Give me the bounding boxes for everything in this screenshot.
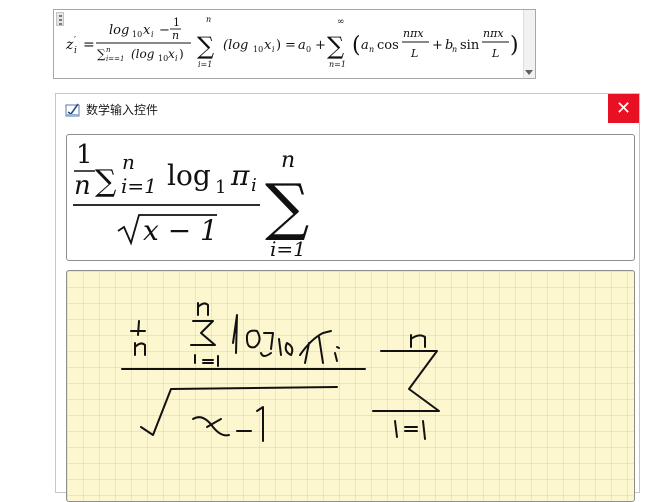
- equation-handle[interactable]: [56, 12, 64, 26]
- preview-sum-sup: n: [122, 150, 135, 174]
- eq-bn-sub: n: [452, 45, 457, 54]
- eq-paren-close: ): [276, 38, 281, 53]
- math-input-panel: 数学输入控件 ✕ 1 n ∑ n i=1 log 1 π i x − 1 n ∑: [55, 93, 640, 502]
- handwritten-ink: [121, 302, 440, 442]
- eq-frac-den-log: (log: [131, 47, 155, 61]
- eq-lhs-var: z: [65, 37, 74, 53]
- eq-lhs-prime: ′: [74, 36, 76, 46]
- eq-sum-top: n: [206, 15, 211, 24]
- eq-frac-num-n: n: [172, 29, 179, 42]
- chevron-down-icon[interactable]: [525, 70, 533, 75]
- eq-frac-num-log: log: [109, 23, 129, 38]
- eq-paren-log: (log: [223, 38, 248, 53]
- eq-frac-num-base: 10: [132, 30, 142, 39]
- eq-f2-den: L: [491, 47, 499, 60]
- eq-big-close: ): [510, 33, 519, 58]
- eq-frac-den-x: x: [168, 47, 175, 61]
- eq-sum-symbol: ∑: [197, 32, 214, 60]
- eq-plus-1: +: [315, 38, 326, 53]
- eq-frac-den-sum-sup: n: [106, 46, 111, 54]
- eq-f1-num: nπx: [403, 27, 424, 40]
- eq-frac-den-sum-sub: i==1: [106, 55, 124, 63]
- eq-sum2-bottom: n=1: [329, 60, 346, 69]
- eq-frac-num-one: 1: [173, 16, 180, 29]
- preview-log: log: [167, 159, 211, 192]
- eq-an-sub: n: [369, 45, 374, 54]
- equation-dropdown-scroll[interactable]: [523, 10, 535, 78]
- eq-frac-den-base: 10: [158, 54, 168, 63]
- close-icon: ✕: [615, 98, 632, 119]
- equation-render: z ′ i = log 10 x i − 1 n ∑ n i==1 (log 1…: [65, 15, 519, 69]
- eq-f1-den: L: [410, 47, 418, 60]
- preview-bigsum-bottom: i=1: [270, 237, 306, 260]
- recognition-preview[interactable]: 1 n ∑ n i=1 log 1 π i x − 1 n ∑ i=1: [66, 134, 635, 261]
- eq-frac-den-close: ): [179, 47, 184, 61]
- eq-frac-num-x: x: [143, 23, 151, 38]
- eq-sum-bottom: i=1: [198, 60, 212, 69]
- handwriting-canvas[interactable]: [66, 270, 635, 502]
- eq-frac-num-minus: −: [159, 23, 170, 38]
- eq-sum2-symbol: ∑: [327, 32, 344, 60]
- preview-render: 1 n ∑ n i=1 log 1 π i x − 1 n ∑ i=1: [73, 140, 309, 260]
- eq-a0-sub: 0: [306, 45, 311, 54]
- eq-frac-den-sum: ∑: [97, 47, 106, 61]
- eq-plus-2: +: [432, 38, 443, 53]
- preview-sqrt-expr: x − 1: [143, 214, 218, 247]
- math-input-app-icon: [65, 103, 80, 117]
- eq-equals: =: [83, 37, 95, 53]
- eq-an: a: [361, 38, 369, 53]
- preview-sum: ∑: [95, 164, 117, 199]
- panel-title: 数学输入控件: [86, 103, 159, 117]
- document-equation[interactable]: z ′ i = log 10 x i − 1 n ∑ n i==1 (log 1…: [53, 9, 536, 79]
- eq-cos: cos: [377, 38, 399, 53]
- eq-sin: sin: [460, 38, 480, 53]
- preview-pi-sub: i: [251, 175, 257, 196]
- preview-n: n: [74, 171, 91, 201]
- eq-frac-den-xsub: i: [175, 54, 178, 63]
- preview-pi: π: [230, 159, 250, 192]
- close-button[interactable]: ✕: [608, 94, 639, 123]
- eq-big-open: (: [352, 33, 361, 58]
- eq-paren-base: 10: [253, 45, 263, 54]
- preview-one: 1: [76, 140, 93, 170]
- eq-lhs-sub: i: [74, 46, 77, 56]
- preview-bigsum: ∑: [265, 170, 309, 243]
- eq-sum2-top: ∞: [337, 17, 345, 27]
- eq-paren-xsub: i: [272, 45, 275, 54]
- eq-a0: a: [298, 38, 306, 53]
- eq-f2-num: nπx: [483, 27, 504, 40]
- eq-equals-2: =: [285, 38, 296, 53]
- eq-frac-num-xsub: i: [151, 30, 154, 39]
- eq-paren-x: x: [264, 38, 272, 53]
- preview-sum-sub: i=1: [121, 174, 157, 198]
- preview-log-base: 1: [215, 177, 226, 198]
